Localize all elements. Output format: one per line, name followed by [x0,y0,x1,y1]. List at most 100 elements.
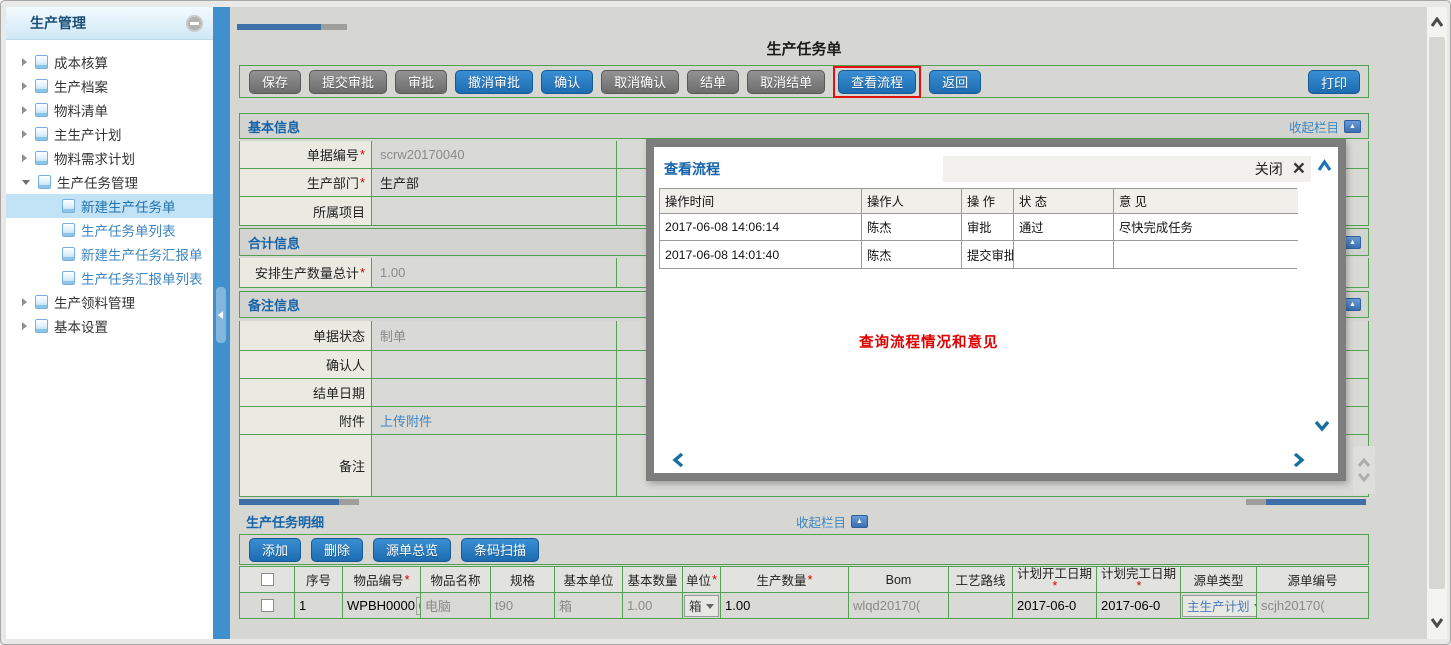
document-icon [62,199,75,213]
collapse-up-icon[interactable]: ▲ [1344,298,1361,311]
upload-attachment-link[interactable]: 上传附件 [380,411,432,430]
document-icon [62,223,75,237]
back-button[interactable]: 返回 [929,70,981,94]
page-title: 生产任务单 [239,38,1369,59]
sidebar-item-basic-settings[interactable]: 基本设置 [6,314,213,338]
bottom-right-hscrollbar-thumb[interactable] [1266,499,1366,505]
dialog-chevron-left-icon[interactable] [672,452,685,473]
select-all-checkbox[interactable] [261,573,274,586]
collapse-detail-link[interactable]: 收起栏目 ▲ [796,509,868,533]
dialog-chevron-down-icon[interactable] [1314,419,1330,437]
barcode-scan-button[interactable]: 条码扫描 [461,538,539,562]
section-header-basic-info: 基本信息 收起栏目 ▲ [239,113,1369,139]
dialog-chevron-right-icon[interactable] [1292,452,1305,473]
confirm-button[interactable]: 确认 [541,70,593,94]
row-checkbox[interactable] [261,599,274,612]
submit-approval-button[interactable]: 提交审批 [309,70,387,94]
plan-start-cell[interactable]: 2017-06-0 [1013,593,1097,619]
confirmer-field[interactable] [372,351,617,378]
sidebar-item-material-requisition[interactable]: 生产领料管理 [6,290,213,314]
sidebar-item-cost-accounting[interactable]: 成本核算 [6,50,213,74]
sidebar-item-task-report-list[interactable]: 生产任务汇报单列表 [6,266,213,290]
order-no-field[interactable]: scrw20170040 [372,141,617,168]
bottom-left-hscrollbar-thumb[interactable] [239,499,339,505]
top-hscrollbar-thumb[interactable] [237,24,321,30]
sidebar-item-bom-list[interactable]: 物料清单 [6,98,213,122]
process-row: 2017-06-08 14:01:40 陈杰 提交审批 [660,241,1296,268]
sidebar-minimize-icon[interactable] [186,15,203,32]
tree-collapsed-icon[interactable] [22,106,27,114]
total-qty-field[interactable]: 1.00 [372,258,617,287]
sidebar-header: 生产管理 [6,7,213,40]
tree-collapsed-icon[interactable] [22,82,27,90]
sidebar-item-task-management[interactable]: 生产任务管理 [6,170,213,194]
sidebar-item-task-order-list[interactable]: 生产任务单列表 [6,218,213,242]
plan-end-cell[interactable]: 2017-06-0 [1097,593,1181,619]
detail-table-row: 1 WPBH0000 电脑 t90 箱 1.00 箱 1.00 wlqd2017… [239,593,1369,619]
bottom-right-hscrollbar-piece[interactable] [1246,499,1266,505]
close-button[interactable]: 关闭 [1255,159,1283,179]
collapse-up-icon[interactable]: ▲ [1344,236,1361,249]
detail-section-header: 生产任务明细 收起栏目 ▲ [239,509,1369,533]
print-button[interactable]: 打印 [1308,70,1360,94]
base-unit-cell: 箱 [555,593,623,619]
unit-select[interactable]: 箱 [684,595,719,617]
seq-cell: 1 [295,593,343,619]
bom-cell: wlqd20170( [849,593,949,619]
collapse-up-icon[interactable]: ▲ [1344,120,1361,133]
sidebar-splitter[interactable] [213,7,230,639]
document-icon [35,55,48,69]
source-overview-button[interactable]: 源单总览 [373,538,451,562]
item-name-cell: 电脑 [421,593,491,619]
scroll-up-icon[interactable] [1430,15,1444,33]
collapse-up-icon[interactable]: ▲ [851,515,868,528]
sidebar-item-production-archive[interactable]: 生产档案 [6,74,213,98]
tree-collapsed-icon[interactable] [22,322,27,330]
form-scroll-spinner[interactable] [1353,446,1375,494]
sidebar-item-new-task-order[interactable]: 新建生产任务单 [6,194,213,218]
sidebar-item-mrp[interactable]: 物料需求计划 [6,146,213,170]
tree-collapsed-icon[interactable] [22,130,27,138]
document-icon [35,103,48,117]
vertical-scrollbar[interactable] [1426,7,1447,639]
bottom-left-hscrollbar-piece[interactable] [339,499,359,505]
dialog-chevron-up-icon[interactable] [1317,159,1332,178]
source-type-select[interactable]: 主生产计划 [1182,595,1257,617]
close-date-field[interactable] [372,379,617,406]
tree-expanded-icon[interactable] [22,180,30,185]
collapse-section-link[interactable]: 收起栏目 ▲ [1289,114,1361,138]
tree-collapsed-icon[interactable] [22,154,27,162]
cancel-close-order-button[interactable]: 取消结单 [747,70,825,94]
qty-cell[interactable]: 1.00 [721,593,849,619]
splitter-handle[interactable] [216,287,226,343]
app-window: 生产管理 成本核算 生产档案 物料清单 主生产计划 物料需求计划 生产任务管理 … [0,0,1451,645]
save-button[interactable]: 保存 [249,70,301,94]
sidebar-item-master-plan[interactable]: 主生产计划 [6,122,213,146]
department-field[interactable]: 生产部 [372,169,617,196]
top-hscrollbar-piece[interactable] [321,24,347,30]
view-process-highlight-box: 查看流程 [833,66,921,98]
delete-row-button[interactable]: 删除 [311,538,363,562]
document-icon [35,79,48,93]
view-process-dialog: 查看流程 关闭 × 操作时间 操作人 操 作 状 态 意 见 2017-06-0… [646,139,1346,481]
close-x-icon[interactable]: × [1293,160,1305,178]
tree-collapsed-icon[interactable] [22,298,27,306]
view-process-button[interactable]: 查看流程 [838,70,916,94]
cancel-confirm-button[interactable]: 取消确认 [601,70,679,94]
process-table-header: 操作时间 操作人 操 作 状 态 意 见 [660,189,1296,214]
project-field[interactable] [372,197,617,225]
close-order-button[interactable]: 结单 [687,70,739,94]
spec-cell: t90 [491,593,555,619]
document-icon [62,247,75,261]
approve-button[interactable]: 审批 [395,70,447,94]
remark-field[interactable] [372,435,617,496]
tree-collapsed-icon[interactable] [22,58,27,66]
add-row-button[interactable]: 添加 [249,538,301,562]
scroll-down-icon[interactable] [1430,615,1444,633]
scrollbar-thumb[interactable] [1429,37,1445,589]
process-row: 2017-06-08 14:06:14 陈杰 审批 通过 尽快完成任务 [660,214,1296,241]
sidebar-item-new-task-report[interactable]: 新建生产任务汇报单 [6,242,213,266]
revoke-approval-button[interactable]: 撤消审批 [455,70,533,94]
chevron-down-icon [1357,472,1371,482]
toolbar: 保存 提交审批 审批 撤消审批 确认 取消确认 结单 取消结单 查看流程 返回 … [239,65,1369,98]
